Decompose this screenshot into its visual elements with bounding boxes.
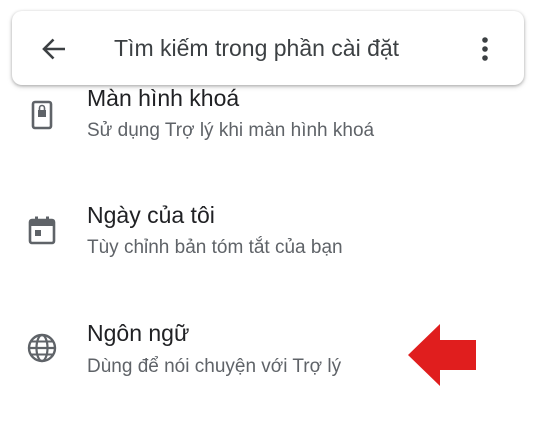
settings-search-bar[interactable]: Tìm kiếm trong phần cài đặt bbox=[12, 11, 524, 85]
calendar-icon bbox=[24, 212, 60, 248]
more-vert-icon[interactable] bbox=[470, 33, 500, 65]
settings-item-subtitle: Sử dụng Trợ lý khi màn hình khoá bbox=[87, 120, 375, 141]
globe-icon bbox=[24, 330, 60, 366]
search-input[interactable]: Tìm kiếm trong phần cài đặt bbox=[114, 35, 399, 62]
settings-item-subtitle: Tùy chỉnh bản tóm tắt của bạn bbox=[87, 237, 343, 258]
settings-item-title: Màn hình khoá bbox=[87, 85, 240, 111]
settings-item-lock-screen[interactable]: Màn hình khoá Sử dụng Trợ lý khi màn hìn… bbox=[0, 75, 546, 185]
settings-item-title: Ngôn ngữ bbox=[87, 320, 190, 346]
arrow-back-icon[interactable] bbox=[38, 33, 70, 65]
settings-item-subtitle: Dùng để nói chuyện với Trợ lý bbox=[87, 356, 342, 377]
lock-screen-icon bbox=[24, 97, 60, 133]
assistant-settings-screen: Màn hình khoá Sử dụng Trợ lý khi màn hìn… bbox=[0, 0, 546, 435]
red-arrow-icon bbox=[406, 322, 478, 388]
settings-item-my-day[interactable]: Ngày của tôi Tùy chỉnh bản tóm tắt của b… bbox=[0, 190, 546, 300]
settings-item-title: Ngày của tôi bbox=[87, 202, 215, 228]
